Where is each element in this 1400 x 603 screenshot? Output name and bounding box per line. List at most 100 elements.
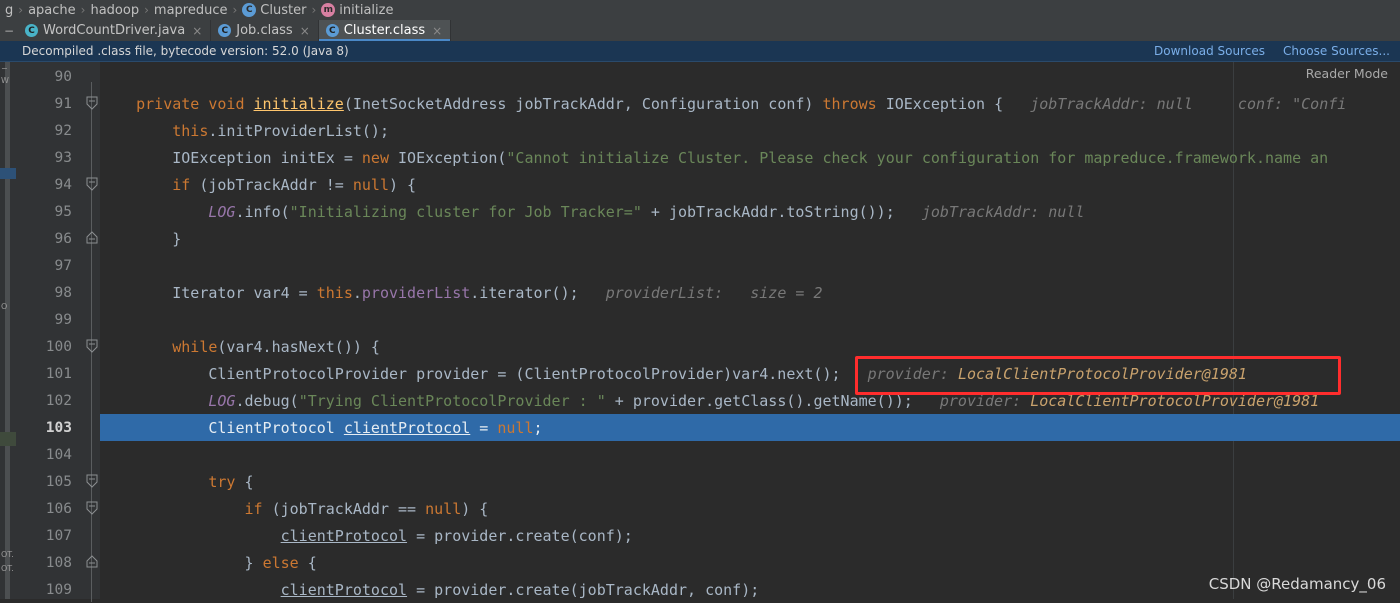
line-number[interactable]: 107 <box>16 522 84 549</box>
editor-scrollbar-track[interactable] <box>5 62 10 599</box>
close-icon[interactable]: × <box>300 24 310 38</box>
code-token: LocalClientProtocolProvider@1981 <box>1030 392 1319 410</box>
close-icon[interactable]: × <box>192 24 202 38</box>
line-number[interactable]: 99 <box>16 306 84 333</box>
tab-job-class[interactable]: C Job.class × <box>211 20 319 41</box>
download-sources-link[interactable]: Download Sources <box>1154 44 1265 58</box>
code-line[interactable]: Iterator var4 = this.providerList.iterat… <box>100 279 1400 306</box>
code-token: ; <box>534 419 543 437</box>
breadcrumb-item-cluster[interactable]: C Cluster <box>239 3 309 18</box>
code-line[interactable] <box>100 252 1400 279</box>
code-token: conf: <box>1193 95 1292 113</box>
line-number[interactable]: 90 <box>16 63 84 90</box>
code-token <box>100 95 136 113</box>
code-line[interactable]: while(var4.hasNext()) { <box>100 333 1400 360</box>
code-token: if <box>172 176 190 194</box>
code-line[interactable]: try { <box>100 468 1400 495</box>
line-number[interactable]: 104 <box>16 441 84 468</box>
fold-collapse-icon[interactable] <box>85 96 99 111</box>
line-number[interactable]: 97 <box>16 252 84 279</box>
line-number[interactable]: 105 <box>16 468 84 495</box>
fold-end-icon[interactable] <box>85 555 99 570</box>
fold-end-icon[interactable] <box>85 231 99 246</box>
line-number[interactable]: 101 <box>16 360 84 387</box>
code-line[interactable]: } else { <box>100 549 1400 576</box>
tab-list-handle-icon[interactable]: − <box>0 20 18 41</box>
code-line[interactable]: clientProtocol = provider.create(jobTrac… <box>100 576 1400 599</box>
breadcrumb-separator: › <box>309 3 318 17</box>
editor-annotation-strip[interactable]: −WOOT.OT. <box>0 62 16 599</box>
code-token: = <box>470 419 497 437</box>
code-token <box>100 203 208 221</box>
code-token: LocalClientProtocolProvider@1981 <box>958 365 1247 383</box>
line-number[interactable]: 93 <box>16 144 84 171</box>
code-token: } <box>100 230 181 248</box>
line-number[interactable]: 103 <box>16 414 84 441</box>
code-token: clientProtocol <box>281 581 407 599</box>
code-line[interactable]: } <box>100 225 1400 252</box>
code-line[interactable]: LOG.debug("Trying ClientProtocolProvider… <box>100 387 1400 414</box>
breadcrumb-leading: g <box>2 3 16 18</box>
code-token: IOException( <box>389 149 506 167</box>
code-token: .iterator(); <box>470 284 578 302</box>
line-number[interactable]: 95 <box>16 198 84 225</box>
code-token: (InetSocketAddress jobTrackAddr, Configu… <box>344 95 823 113</box>
line-number[interactable]: 92 <box>16 117 84 144</box>
reader-mode-label[interactable]: Reader Mode <box>1306 66 1388 81</box>
editor-tab-bar: − C WordCountDriver.java × C Job.class ×… <box>0 20 1400 41</box>
close-icon[interactable]: × <box>432 24 442 38</box>
code-line[interactable]: this.initProviderList(); <box>100 117 1400 144</box>
line-number[interactable]: 106 <box>16 495 84 522</box>
code-token <box>199 95 208 113</box>
code-line[interactable] <box>100 63 1400 90</box>
code-content-area[interactable]: private void initialize(InetSocketAddres… <box>100 62 1400 599</box>
breadcrumb-separator: › <box>16 3 25 17</box>
annotation-strip-mark: OT. <box>1 564 14 573</box>
fold-collapse-icon[interactable] <box>85 474 99 489</box>
code-line[interactable]: ClientProtocol clientProtocol = null; <box>100 414 1400 441</box>
code-line[interactable] <box>100 306 1400 333</box>
fold-collapse-icon[interactable] <box>85 177 99 192</box>
code-token: try <box>208 473 235 491</box>
fold-collapse-icon[interactable] <box>85 501 99 516</box>
breadcrumb-item-hadoop[interactable]: hadoop <box>87 3 142 18</box>
line-number[interactable]: 100 <box>16 333 84 360</box>
code-line[interactable]: IOException initEx = new IOException("Ca… <box>100 144 1400 171</box>
code-token: ) { <box>461 500 488 518</box>
line-number[interactable]: 102 <box>16 387 84 414</box>
code-line[interactable]: private void initialize(InetSocketAddres… <box>100 90 1400 117</box>
line-number[interactable]: 108 <box>16 549 84 576</box>
code-folding-column[interactable] <box>84 62 100 599</box>
class-icon: C <box>242 3 256 17</box>
fold-collapse-icon[interactable] <box>85 339 99 354</box>
code-line[interactable] <box>100 441 1400 468</box>
line-number[interactable]: 94 <box>16 171 84 198</box>
choose-sources-link[interactable]: Choose Sources... <box>1283 44 1390 58</box>
breadcrumb-item-initialize[interactable]: m initialize <box>318 3 396 18</box>
tab-cluster-class[interactable]: C Cluster.class × <box>319 20 451 41</box>
breadcrumb-item-mapreduce[interactable]: mapreduce <box>151 3 231 18</box>
code-token: ClientProtocol <box>100 419 344 437</box>
line-number[interactable]: 91 <box>16 90 84 117</box>
code-token: (jobTrackAddr != <box>190 176 353 194</box>
code-line[interactable]: if (jobTrackAddr == null) { <box>100 495 1400 522</box>
code-token: else <box>263 554 299 572</box>
code-token: { <box>299 554 317 572</box>
tab-wordcountdriver-java[interactable]: C WordCountDriver.java × <box>18 20 211 41</box>
line-number[interactable]: 96 <box>16 225 84 252</box>
java-class-icon: C <box>25 24 38 37</box>
code-token: null <box>353 176 389 194</box>
class-file-icon: C <box>218 24 231 37</box>
code-line[interactable]: ClientProtocolProvider provider = (Clien… <box>100 360 1400 387</box>
code-token: } <box>100 554 263 572</box>
decompiled-message: Decompiled .class file, bytecode version… <box>0 44 349 58</box>
code-token <box>245 95 254 113</box>
code-line[interactable]: LOG.info("Initializing cluster for Job T… <box>100 198 1400 225</box>
annotation-strip-mark: OT. <box>1 550 14 559</box>
breadcrumb-item-apache[interactable]: apache <box>25 3 79 18</box>
code-editor[interactable]: −WOOT.OT. 909192939495969798991001011021… <box>0 62 1400 599</box>
code-line[interactable]: if (jobTrackAddr != null) { <box>100 171 1400 198</box>
line-number[interactable]: 98 <box>16 279 84 306</box>
code-token <box>100 473 208 491</box>
code-line[interactable]: clientProtocol = provider.create(conf); <box>100 522 1400 549</box>
